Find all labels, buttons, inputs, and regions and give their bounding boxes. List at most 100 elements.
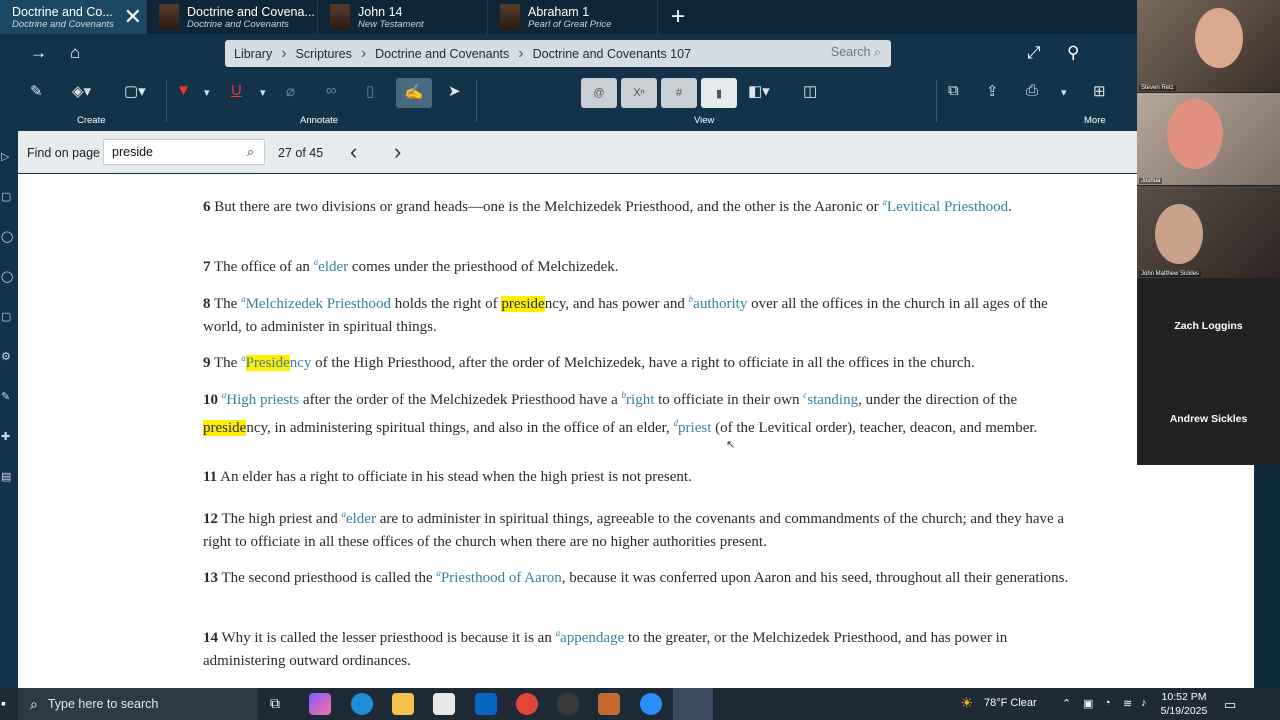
new-tab-plus-icon[interactable]: + [658,0,698,34]
breadcrumb-scriptures[interactable]: Scriptures [287,47,361,61]
verse-text: The high priest and [221,511,342,527]
wifi-icon[interactable]: ≋ [1123,697,1132,710]
video-tile-john[interactable]: John Matthew Sickles [1137,186,1280,278]
footnote-link[interactable]: elder [318,259,348,275]
chevron-up-icon[interactable]: ⌃ [1062,697,1071,710]
expand-icon[interactable]: ⤢ [1027,43,1041,63]
windows-start-icon[interactable]: ▪ [1,695,6,711]
breadcrumb-library[interactable]: Library [225,47,281,61]
pointer-icon[interactable]: ➤ [448,82,461,100]
media-player-icon[interactable] [557,693,579,715]
footnote-link[interactable]: Levitical Priesthood [887,199,1008,215]
tag-icon[interactable]: ◈▾ [72,82,91,100]
footnote-link[interactable]: priest [678,420,711,436]
edge-icon[interactable] [351,693,373,715]
app-icon[interactable] [598,693,620,715]
tray-icon[interactable]: ◔ [1104,697,1111,709]
task-view-icon[interactable]: ⧉ [270,695,280,712]
chevron-down-icon[interactable]: ▾ [260,86,266,99]
zoom-icon[interactable] [640,693,662,715]
tab-john-14[interactable]: John 14 New Testament [318,0,488,34]
search-placeholder: Search [830,45,871,59]
print-icon[interactable]: ⎙ [1026,82,1038,99]
tab-doctrine-covenants-active[interactable]: Doctrine and Co... Doctrine and Covenant… [0,0,147,34]
layout-icon[interactable]: ◧▾ [748,82,770,100]
participant-name: Andrew Sickles [1169,413,1248,425]
chevron-down-icon[interactable]: ▾ [1061,86,1067,99]
home-icon[interactable]: ⌂ [70,43,80,63]
rail-icon[interactable]: ✚ [1,430,10,443]
eraser-icon[interactable]: ⌀ [286,82,295,100]
footnote-link[interactable]: appendage [560,630,624,646]
volume-icon[interactable]: ♪ [1141,697,1147,709]
bookmark-icon[interactable]: ▢▾ [124,82,146,100]
footnote-link[interactable]: elder [346,511,376,527]
rail-icon[interactable]: ◯ [1,230,13,243]
forward-arrow-icon[interactable]: → [30,43,47,63]
clock[interactable]: 10:52 PM 5/19/2025 [1158,690,1210,718]
rail-icon[interactable]: ▢ [1,190,11,203]
footnote-link[interactable]: standing [807,392,858,408]
notifications-icon[interactable]: ▭ [1224,697,1236,713]
search-field[interactable]: Search ⌕ [831,45,881,60]
verse-11: 11 An elder has a right to officiate in … [203,466,1073,489]
annotate-mode-icon[interactable]: ✍ [396,78,432,108]
rail-icon[interactable]: ◯ [1,270,13,283]
highlighter-icon[interactable]: ▼ [176,82,191,99]
document-icon[interactable]: ▮ [701,78,737,108]
footnote-link[interactable]: Priesthood of Aaron [441,570,562,586]
taskbar-search[interactable]: ⌕ Type here to search [18,688,258,720]
footnote-marker[interactable]: a [241,353,246,363]
store-icon[interactable] [433,693,455,715]
footnote-link[interactable]: ncy [290,355,312,371]
file-explorer-icon[interactable] [392,693,414,715]
copy-icon[interactable]: ⧉ [948,82,959,99]
search-icon[interactable]: ⌕ [247,144,254,160]
more-label: More [1084,115,1106,126]
close-tab-icon[interactable]: ✕ [124,6,142,28]
search-icon: ⌕ [30,695,38,712]
at-symbol-icon[interactable]: @ [581,78,617,108]
rail-icon[interactable]: ▢ [1,310,11,323]
tray-icon[interactable]: ▣ [1083,697,1093,710]
video-tile-joshua[interactable]: Joshua [1137,93,1280,185]
tab-abraham-1[interactable]: Abraham 1 Pearl of Great Price [488,0,658,34]
rail-icon[interactable]: ✎ [1,390,10,403]
share-icon[interactable]: ⇪ [986,82,999,100]
columns-icon[interactable]: ◫ [803,82,817,100]
previous-match-icon[interactable]: ‹ [350,139,357,165]
tab-doctrine-covenants[interactable]: Doctrine and Covena... Doctrine and Cove… [147,0,318,34]
footnote-link[interactable]: Melchizedek Priesthood [246,296,391,312]
link-icon[interactable]: ∞ [326,82,337,99]
verse-number: 14 [203,630,218,646]
underline-icon[interactable]: U [231,82,242,99]
add-panel-icon[interactable]: ⊞ [1093,82,1106,100]
next-match-icon[interactable]: › [394,139,401,165]
tab-subtitle: Doctrine and Covenants [12,18,114,30]
superscript-icon[interactable]: Xⁿ [621,78,657,108]
footnote-link[interactable]: right [626,392,654,408]
breadcrumb-dc-107[interactable]: Doctrine and Covenants 107 [524,47,700,61]
user-icon[interactable]: ⚲ [1067,43,1079,63]
page-icon[interactable]: ▯ [366,82,374,100]
footnote-link[interactable]: authority [693,296,747,312]
chevron-down-icon[interactable]: ▾ [204,86,210,99]
mouse-cursor-icon: ↖ [726,439,736,451]
breadcrumb-doctrine-covenants[interactable]: Doctrine and Covenants [366,47,518,61]
rail-icon[interactable]: ▷ [1,150,9,163]
edit-note-icon[interactable]: ✎ [30,82,43,100]
weather-text[interactable]: 78°F Clear [984,697,1037,709]
video-tile-steven[interactable]: Steven Retz [1137,0,1280,92]
footnote-link[interactable]: High priests [226,392,299,408]
copilot-icon[interactable] [309,693,331,715]
chrome-icon[interactable] [516,693,538,715]
rail-icon[interactable]: ▤ [1,470,11,483]
find-input[interactable]: preside [103,139,265,165]
outlook-icon[interactable] [475,693,497,715]
hash-icon[interactable]: # [661,78,697,108]
verse-text: The office of an [213,259,314,275]
search-highlight[interactable]: Preside [245,355,290,371]
gospel-library-icon[interactable] [673,688,713,720]
verse-6: 6 But there are two divisions or grand h… [203,191,1073,219]
rail-icon[interactable]: ⚙ [1,350,11,363]
